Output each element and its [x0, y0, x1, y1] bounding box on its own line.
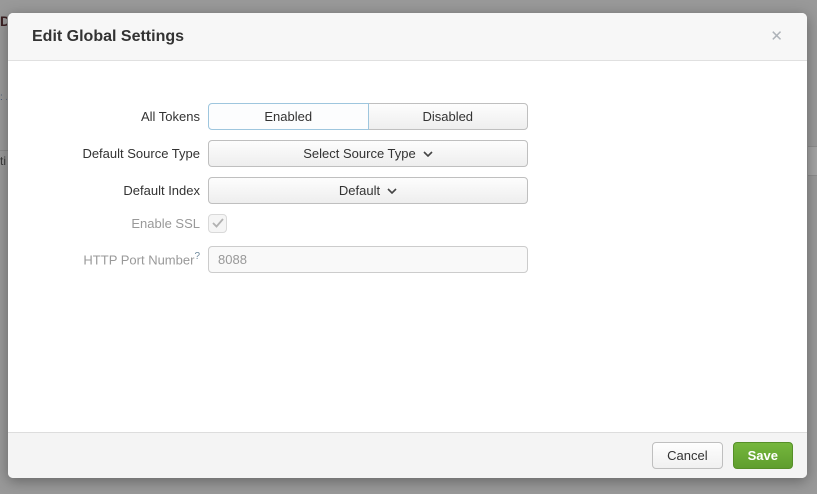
default-index-value: Default: [339, 183, 380, 198]
background-page-fragment: DI: [0, 13, 7, 29]
all-tokens-toggle: Enabled Disabled: [208, 103, 528, 130]
default-index-dropdown[interactable]: Default: [208, 177, 528, 204]
checkmark-icon: [212, 215, 224, 233]
http-port-input: [208, 246, 528, 273]
modal-header: Edit Global Settings ✕: [8, 13, 807, 61]
background-page-fragment: ti: [0, 154, 8, 168]
http-port-label: HTTP Port Number: [83, 253, 194, 268]
enable-ssl-checkbox: [208, 214, 227, 233]
close-icon[interactable]: ✕: [770, 29, 783, 44]
background-page-divider: [0, 150, 8, 151]
modal-title: Edit Global Settings: [32, 28, 184, 46]
modal-footer: Cancel Save: [8, 432, 807, 478]
default-source-type-value: Select Source Type: [303, 146, 416, 161]
all-tokens-disabled-button[interactable]: Disabled: [368, 103, 529, 130]
background-page-fragment: : .: [0, 92, 7, 104]
form-row-http-port: HTTP Port Number?: [8, 246, 807, 273]
default-index-label: Default Index: [8, 183, 200, 198]
form-row-all-tokens: All Tokens Enabled Disabled: [8, 103, 807, 130]
default-source-type-label: Default Source Type: [8, 146, 200, 161]
modal-body: All Tokens Enabled Disabled Default Sour…: [8, 61, 807, 432]
chevron-down-icon: [423, 151, 433, 157]
chevron-down-icon: [387, 188, 397, 194]
all-tokens-enabled-button[interactable]: Enabled: [208, 103, 369, 130]
default-source-type-dropdown[interactable]: Select Source Type: [208, 140, 528, 167]
form-row-enable-ssl: Enable SSL: [8, 214, 807, 233]
form-row-default-index: Default Index Default: [8, 177, 807, 204]
background-page-button-edge: [808, 146, 817, 176]
edit-global-settings-modal: Edit Global Settings ✕ All Tokens Enable…: [8, 13, 807, 478]
help-icon: ?: [194, 251, 200, 262]
all-tokens-label: All Tokens: [8, 109, 200, 124]
enable-ssl-label: Enable SSL: [8, 216, 200, 231]
cancel-button[interactable]: Cancel: [652, 442, 722, 469]
save-button[interactable]: Save: [733, 442, 793, 469]
form-row-default-source-type: Default Source Type Select Source Type: [8, 140, 807, 167]
